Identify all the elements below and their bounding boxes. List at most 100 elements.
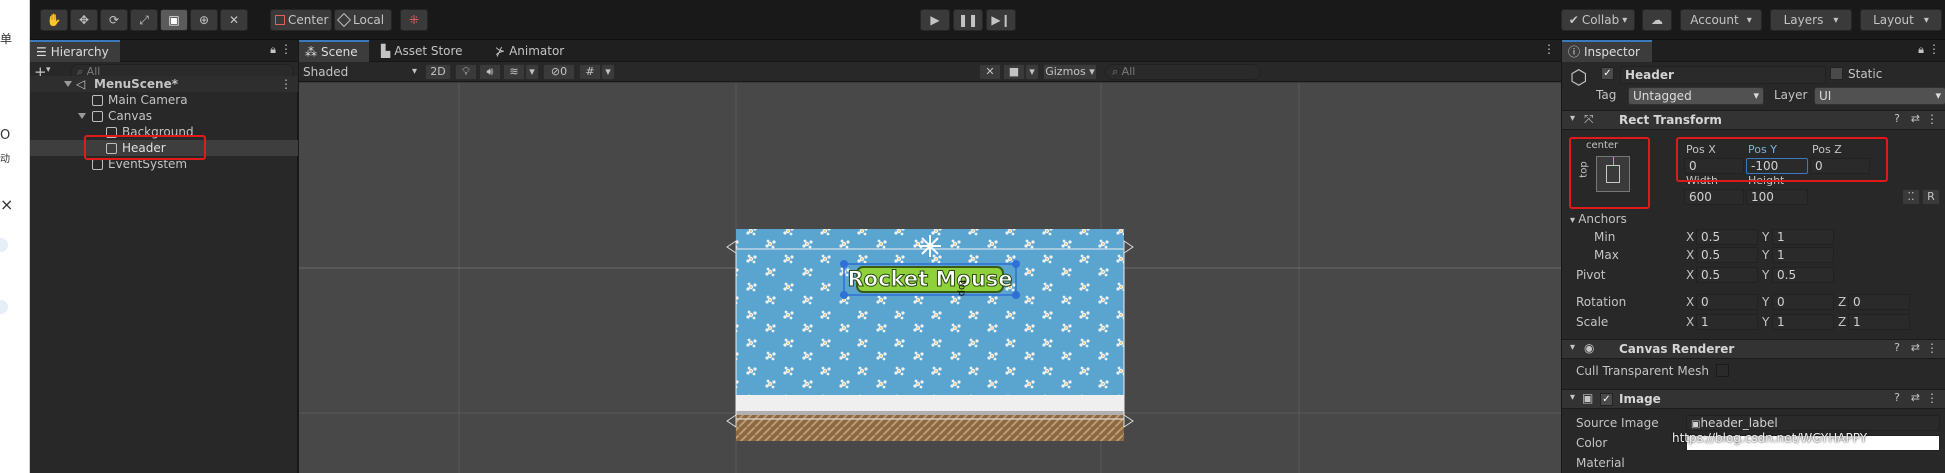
hand-tool-icon[interactable]: ✋ xyxy=(40,9,68,31)
step-button[interactable]: ▶❙ xyxy=(986,9,1016,31)
anchor-max-y-field[interactable]: 1 xyxy=(1772,247,1834,263)
expand-arrow-icon[interactable] xyxy=(64,81,72,87)
menu-dots-icon[interactable]: ⋮ xyxy=(1926,341,1938,355)
light-icon[interactable]: 💡︎ xyxy=(455,64,477,80)
collapse-arrow-icon[interactable]: ▾ xyxy=(1570,113,1575,124)
space-local-button[interactable]: Local xyxy=(334,9,392,31)
raw-edit-button[interactable]: R xyxy=(1922,189,1940,205)
pause-button[interactable]: ❚❚ xyxy=(953,9,983,31)
menu-dots-icon[interactable]: ⋮ xyxy=(1926,391,1938,405)
help-icon[interactable]: ? xyxy=(1894,341,1900,354)
background-image[interactable] xyxy=(736,229,1124,441)
account-dropdown[interactable]: Account ▾ xyxy=(1680,9,1762,31)
chevron-down-icon[interactable]: ▾ xyxy=(46,65,51,75)
active-checkbox[interactable]: ✓ xyxy=(1601,67,1614,80)
watermark-text: https://blog.csdn.net/WGYHAPPY xyxy=(1672,431,1868,445)
source-image-field[interactable]: ▣header_label xyxy=(1686,415,1940,431)
scale-tool-icon[interactable]: ⤢ xyxy=(130,9,158,31)
menu-dots-icon[interactable]: ⋮ xyxy=(280,76,292,92)
rotation-z-field[interactable]: 0 xyxy=(1848,294,1910,310)
layer-label: Layer xyxy=(1774,88,1808,102)
layer-dropdown[interactable]: UI xyxy=(1814,87,1945,105)
scale-y-field[interactable]: 1 xyxy=(1772,314,1834,330)
static-checkbox[interactable] xyxy=(1830,67,1843,80)
cull-transparent-checkbox[interactable] xyxy=(1716,364,1729,377)
gizmos-dropdown[interactable]: Gizmos ▾ xyxy=(1043,64,1097,80)
tab-inspector[interactable]: ⓘ Inspector xyxy=(1562,40,1652,62)
tab-hierarchy[interactable]: ☰ Hierarchy xyxy=(30,40,120,62)
preset-icon[interactable]: ⇄ xyxy=(1911,112,1920,125)
lock-icon[interactable]: 🔒︎ xyxy=(270,43,276,57)
rotate-tool-icon[interactable]: ⟳ xyxy=(100,9,128,31)
audio-icon[interactable]: 🔊︎ xyxy=(479,64,501,80)
rect-tool-icon[interactable]: ▣ xyxy=(160,9,188,31)
height-field[interactable]: 100 xyxy=(1746,189,1808,205)
pivot-y-field[interactable]: 0.5 xyxy=(1772,267,1834,283)
rotation-x-field[interactable]: 0 xyxy=(1696,294,1758,310)
layers-dropdown[interactable]: Layers ▾ xyxy=(1770,9,1852,31)
gameobject-cube-icon xyxy=(92,159,103,170)
tab-scene[interactable]: ⁂ Scene xyxy=(299,40,369,62)
lock-icon[interactable]: 🔒︎ xyxy=(1918,43,1924,57)
scene-search-input[interactable]: ⌕ All xyxy=(1105,64,1261,80)
strip-close-icon[interactable]: × xyxy=(0,195,13,214)
move-tool-icon[interactable]: ✥ xyxy=(70,9,98,31)
rotation-y-field[interactable]: 0 xyxy=(1772,294,1834,310)
preset-icon[interactable]: ⇄ xyxy=(1911,391,1920,404)
scale-x-field[interactable]: 1 xyxy=(1696,314,1758,330)
hidden-objects-toggle[interactable]: ⊘0 xyxy=(543,64,575,80)
collapse-arrow-icon[interactable]: ▾ xyxy=(1570,342,1575,353)
image-enabled-checkbox[interactable]: ✓ xyxy=(1600,393,1613,406)
rect-transform-header[interactable]: ▾ ⤧ Rect Transform ? ⇄ ⋮ xyxy=(1562,110,1945,130)
scene-viewport[interactable]: Rocket Mouse top xyxy=(299,83,1561,473)
transform-tool-icon[interactable]: ⊕ xyxy=(190,9,218,31)
collapse-arrow-icon[interactable]: ▾ xyxy=(1570,392,1575,403)
blueprint-mode-icon[interactable]: ⁚⁚ xyxy=(1902,189,1920,205)
menu-dots-icon[interactable]: ⋮ xyxy=(1926,112,1938,126)
menu-dots-icon[interactable]: ⋮ xyxy=(1928,42,1940,56)
pivot-x-field[interactable]: 0.5 xyxy=(1696,267,1758,283)
tree-item-menuscene[interactable]: ◁ MenuScene* ⋮ xyxy=(30,76,298,92)
anchors-foldout[interactable]: ▾ Anchors xyxy=(1570,212,1627,226)
strip-glyph: O xyxy=(0,128,11,143)
pivot-center-button[interactable]: Center xyxy=(270,9,332,31)
preset-icon[interactable]: ⇄ xyxy=(1911,341,1920,354)
chevron-down-icon[interactable]: ▾ xyxy=(525,64,539,80)
menu-dots-icon[interactable]: ⋮ xyxy=(1543,42,1555,56)
anchor-min-x-field[interactable]: 0.5 xyxy=(1696,229,1758,245)
menu-dots-icon[interactable]: ⋮ xyxy=(280,42,292,56)
grid-icon[interactable]: # xyxy=(579,64,601,80)
scale-z-field[interactable]: 1 xyxy=(1848,314,1910,330)
object-name-field[interactable]: Header xyxy=(1620,66,1826,84)
layout-dropdown[interactable]: Layout ▾ xyxy=(1860,9,1942,31)
list-icon: ☰ xyxy=(36,45,47,59)
expand-arrow-icon[interactable] xyxy=(78,113,86,119)
scene-canvas[interactable]: Rocket Mouse top xyxy=(299,83,1561,473)
chevron-down-icon[interactable]: ▾ xyxy=(1025,64,1039,80)
tag-dropdown[interactable]: Untagged xyxy=(1628,87,1764,105)
canvas-renderer-header[interactable]: ▾ ◉ Canvas Renderer ? ⇄ ⋮ xyxy=(1562,339,1945,359)
play-button[interactable]: ▶ xyxy=(920,9,950,31)
cloud-icon[interactable]: ☁ xyxy=(1642,9,1672,31)
tree-item-main-camera[interactable]: Main Camera xyxy=(30,92,298,108)
shading-mode-dropdown[interactable]: Shaded ▾ xyxy=(303,64,421,80)
camera-icon[interactable]: ■ xyxy=(1003,64,1025,80)
tab-animator[interactable]: ⊁ Animator xyxy=(489,40,570,62)
anchor-handle-icon[interactable] xyxy=(919,235,941,257)
chevron-down-icon[interactable]: ▾ xyxy=(601,64,615,80)
tree-item-canvas[interactable]: Canvas xyxy=(30,108,298,124)
help-icon[interactable]: ? xyxy=(1894,391,1900,404)
custom-tool-icon[interactable]: ✕ xyxy=(220,9,248,31)
help-icon[interactable]: ? xyxy=(1894,112,1900,125)
anchor-max-x-field[interactable]: 0.5 xyxy=(1696,247,1758,263)
anchor-min-y-field[interactable]: 1 xyxy=(1772,229,1834,245)
width-field[interactable]: 600 xyxy=(1684,189,1744,205)
image-component-header[interactable]: ▾ ▣ ✓ Image ? ⇄ ⋮ xyxy=(1562,389,1945,409)
tools-icon[interactable]: ✕ xyxy=(979,64,1001,80)
tab-asset-store[interactable]: ▙ Asset Store xyxy=(375,40,469,62)
effects-icon[interactable]: ≋ xyxy=(503,64,525,80)
mode-2d-toggle[interactable]: 2D xyxy=(425,64,451,80)
background-window-strip: 单 O 动 × xyxy=(0,0,30,473)
grid-snap-icon[interactable]: ⁜ xyxy=(400,9,428,31)
collab-button[interactable]: ✔ Collab ▾ xyxy=(1561,9,1635,31)
